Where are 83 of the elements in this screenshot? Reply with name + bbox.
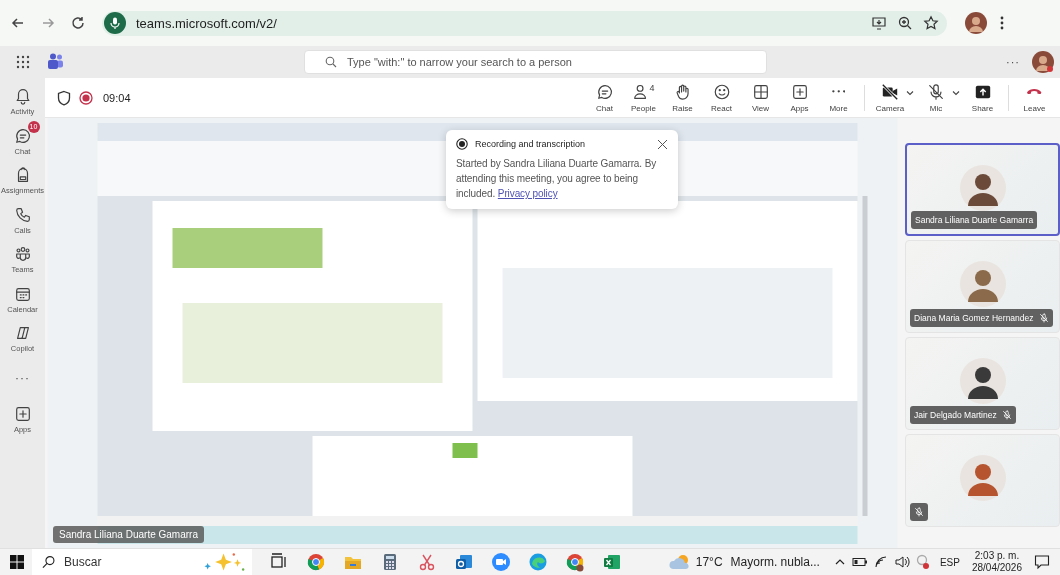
participant-tile[interactable]: Diana Maria Gomez Hernandez [905,240,1060,333]
mic-button[interactable]: Mic [917,82,955,113]
view-button[interactable]: View [741,82,780,113]
leave-button[interactable]: Leave [1015,82,1054,113]
more-icon: ··· [15,371,30,386]
spreadsheet-app-icon[interactable] [602,552,622,572]
more-options-icon[interactable]: ··· [1006,56,1020,68]
participant-tile[interactable]: Sandra Liliana Duarte Gamarra [905,143,1060,236]
search-field[interactable]: Buscar [64,555,195,569]
search-icon [325,56,337,68]
install-icon[interactable] [871,15,887,31]
privacy-policy-link[interactable]: Privacy policy [497,188,558,199]
notifications-icon[interactable] [1034,554,1050,570]
add-app-icon [790,82,809,101]
app-launcher-icon[interactable] [15,54,31,70]
shield-icon [57,89,71,106]
camera-off-icon [881,82,899,101]
search-field[interactable]: Type "with:" to narrow your search to a person [347,56,747,68]
people-group-icon [13,245,32,264]
chat-icon [595,82,614,101]
avatar [959,455,1006,501]
avatar [959,261,1006,307]
hang-up-icon [1027,88,1042,95]
chat-button[interactable]: Chat [585,82,624,113]
more-icon [831,90,846,93]
notification-title: Recording and transcription [475,139,587,149]
mic-off-icon [927,82,945,101]
search-icon [42,555,56,569]
clock[interactable]: 2:03 p. m. 28/04/2026 [971,550,1022,574]
people-button[interactable]: 4 People [624,82,663,113]
browser-icon[interactable] [528,552,548,572]
participant-name: Sandra Liliana Duarte Gamarra [915,215,1034,225]
battery-icon [851,557,868,567]
apps-button[interactable]: Apps [780,82,819,113]
camera-button[interactable]: Camera [871,82,909,113]
presenter-name: Sandra Liliana Duarte Gamarra [59,529,198,540]
microphone-icon [104,12,126,34]
raise-button[interactable]: Raise [663,82,702,113]
rail-item[interactable]: ··· [0,358,45,398]
scissors-icon[interactable] [417,552,437,572]
reload-icon[interactable] [70,15,86,31]
weather-text: Mayorm. nubla... [730,555,820,569]
more-button[interactable]: More [819,82,858,113]
recording-icon [456,138,468,150]
teams-logo-icon[interactable] [45,53,65,71]
chat-icon [13,126,32,145]
avatar [959,358,1006,404]
star-icon[interactable] [923,15,939,31]
video-app-icon[interactable] [491,552,511,572]
language-indicator[interactable]: ESP [939,556,960,568]
participant-count: 4 [649,82,655,93]
close-icon[interactable] [657,138,668,150]
avatar [959,165,1006,211]
address-bar[interactable]: teams.microsoft.com/v2/ [102,10,947,36]
browser-icon[interactable] [306,552,326,572]
avatar[interactable] [965,12,987,34]
phone-icon [13,205,32,224]
url-text: teams.microsoft.com/v2/ [136,15,277,31]
grid-view-icon [751,82,770,101]
cloudy-icon [667,553,692,571]
share-button[interactable]: Share [963,82,1002,113]
react-button[interactable]: React [702,82,741,113]
add-app-icon [13,405,32,424]
wifi-icon [873,555,888,569]
participant-tile[interactable]: Jair Delgado Martinez [905,337,1060,430]
temperature: 17°C [695,555,723,569]
meeting-app-icon [915,554,930,570]
kebab-menu-icon[interactable] [999,15,1005,31]
participant-tile[interactable] [905,434,1060,527]
avatar[interactable] [1032,51,1054,73]
meeting-timer: 09:04 [103,91,131,104]
browser-icon[interactable] [565,552,585,572]
zoom-icon[interactable] [897,15,913,31]
search-bar[interactable]: Buscar [32,548,252,575]
smiley-icon [712,82,731,101]
start-button[interactable] [10,555,24,569]
notification-text: Started by Sandra Liliana Duarte Gamarra. By attending this meeting, you agree to being included. Privacy policy [456,157,658,201]
speaker-icon [893,555,910,569]
search-bar[interactable]: Type "with:" to narrow your search to a person [304,50,767,74]
participant-name: Jair Delgado Martinez [914,410,997,420]
participant-name: Diana Maria Gomez Hernandez [914,313,1034,323]
sparkle-icon [203,551,246,573]
mail-app-icon[interactable] [454,552,474,572]
